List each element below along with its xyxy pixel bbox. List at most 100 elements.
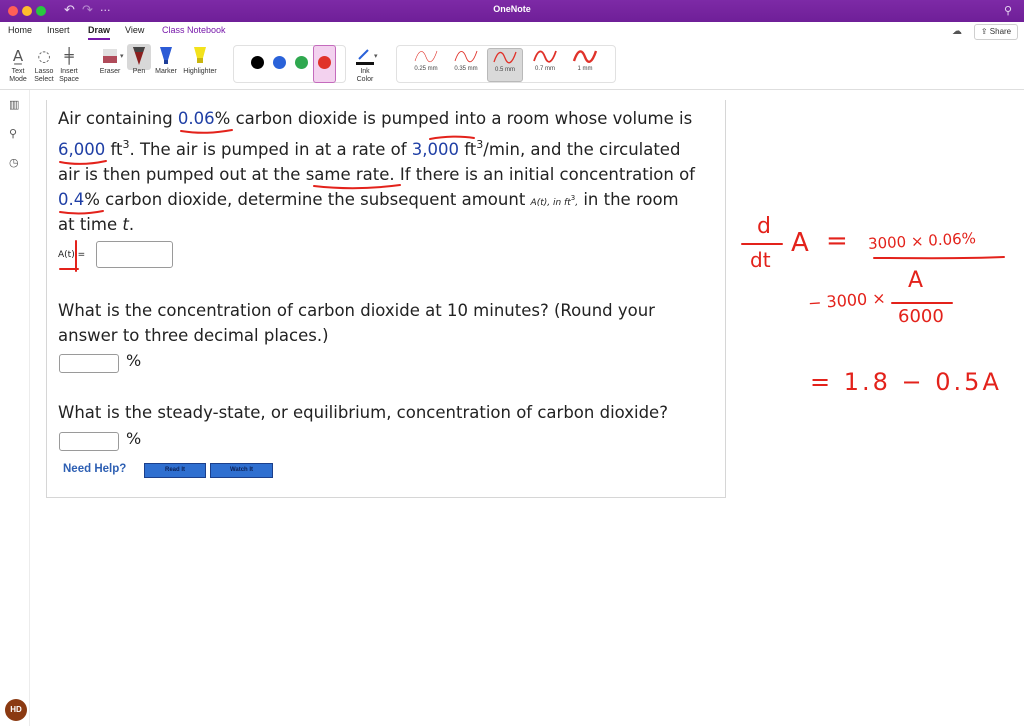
- watch-it-button[interactable]: Watch It: [210, 463, 273, 478]
- ink-d: d: [757, 214, 771, 239]
- ink-color-label: Ink Color: [356, 68, 374, 83]
- thickness-0-25mm[interactable]: 0.25 mm: [408, 48, 444, 82]
- share-label: Share: [989, 27, 1012, 36]
- tab-draw[interactable]: Draw: [88, 25, 111, 41]
- share-button[interactable]: ⇪ Share: [974, 24, 1018, 40]
- ink-color-dropdown-icon[interactable]: ▾: [374, 52, 378, 60]
- math-a-of-t: A(t), in ft: [530, 198, 571, 208]
- eraser-dropdown-icon[interactable]: ▾: [120, 52, 124, 60]
- window-title: OneNote: [493, 4, 531, 14]
- text-segment: . The air is pumped in at a rate of: [129, 140, 412, 159]
- lasso-icon: ◌: [37, 47, 51, 65]
- text-segment: at time: [58, 215, 123, 234]
- color-red-swatch[interactable]: [318, 56, 331, 69]
- steady-state-input[interactable]: [59, 432, 119, 451]
- close-window-button[interactable]: [8, 6, 18, 16]
- ink-dt: dt: [750, 248, 771, 272]
- tab-home[interactable]: Home: [8, 25, 32, 41]
- insert-space-button[interactable]: ╪ Insert Space: [55, 44, 83, 84]
- problem-line-1: Air containing 0.06% carbon dioxide is p…: [58, 106, 692, 131]
- notebooks-icon[interactable]: ▥: [9, 98, 19, 111]
- ink-inflow-term: 3000 × 0.06%: [867, 229, 977, 253]
- text-segment: Air containing: [58, 109, 178, 128]
- text-segment: in the room: [578, 190, 679, 209]
- pen-button[interactable]: Pen: [125, 44, 153, 76]
- thickness-1mm[interactable]: 1 mm: [567, 48, 603, 82]
- pen-icon: [125, 44, 153, 68]
- text-segment: ft: [459, 140, 477, 159]
- navigation-rail: ▥ ⚲ ◷: [0, 90, 30, 726]
- percent-unit: %: [126, 429, 142, 448]
- read-it-button[interactable]: Read It: [144, 463, 206, 478]
- thickness-0-7mm[interactable]: 0.7 mm: [527, 48, 563, 82]
- text-segment: .: [128, 215, 135, 234]
- pen-label: Pen: [132, 68, 146, 75]
- ink-color-button[interactable]: Ink Color: [350, 44, 380, 84]
- undo-icon[interactable]: ↶: [64, 3, 75, 19]
- zoom-window-button[interactable]: [36, 6, 46, 16]
- a-of-t-label: A(t) =: [58, 250, 86, 260]
- color-green-swatch[interactable]: [295, 56, 308, 69]
- text-segment: /min, and the circulated: [483, 140, 681, 159]
- tab-view[interactable]: View: [125, 25, 144, 41]
- ink-equals: =: [826, 226, 848, 256]
- tab-insert[interactable]: Insert: [47, 25, 70, 41]
- thickness-label: 0.35 mm: [454, 66, 478, 72]
- marker-label: Marker: [155, 68, 177, 75]
- person-icon[interactable]: ⚲: [1004, 3, 1012, 19]
- minimize-window-button[interactable]: [22, 6, 32, 16]
- text-mode-button[interactable]: A̲ Text Mode: [4, 44, 32, 84]
- problem-line-5: at time t.: [58, 212, 134, 237]
- question-2-line-1: What is the concentration of carbon diox…: [58, 301, 655, 320]
- ink-fraction-numerator: A: [908, 268, 924, 293]
- eraser-label: Eraser: [99, 68, 121, 75]
- avatar[interactable]: HD: [5, 699, 27, 721]
- fraction-bar-right: [873, 256, 1005, 260]
- value-concentration-in: 0.06: [177, 109, 215, 128]
- problem-line-2: 6,000 ft3. The air is pumped in at a rat…: [58, 137, 680, 162]
- question-3: What is the steady-state, or equilibrium…: [58, 403, 668, 422]
- thickness-label: 0.7 mm: [534, 66, 555, 72]
- color-blue-swatch[interactable]: [273, 56, 286, 69]
- problem-line-3: air is then pumped out at the same rate.…: [58, 165, 695, 184]
- text-mode-icon: A̲: [12, 47, 24, 65]
- tab-class-notebook[interactable]: Class Notebook: [162, 25, 226, 41]
- thickness-0-5mm[interactable]: 0.5 mm: [487, 48, 523, 82]
- value-initial-concentration: 0.4: [58, 190, 85, 209]
- ink-a: A: [791, 228, 809, 258]
- concentration-10min-input[interactable]: [59, 354, 119, 373]
- marker-icon: [152, 44, 180, 68]
- need-help-label: Need Help?: [63, 463, 127, 475]
- search-icon[interactable]: ⚲: [9, 127, 17, 140]
- onenote-window: ↶ ↷ ··· OneNote ⚲ Home Insert Draw View …: [0, 0, 1024, 726]
- color-black-swatch[interactable]: [251, 56, 264, 69]
- ribbon-tabs: Home Insert Draw View Class Notebook: [0, 22, 1024, 42]
- share-icon: ⇪: [980, 27, 988, 36]
- more-options-icon[interactable]: ···: [100, 3, 111, 19]
- insert-space-icon: ╪: [64, 47, 74, 65]
- eraser-button[interactable]: Eraser: [96, 44, 124, 76]
- lasso-select-label: Lasso Select: [34, 68, 54, 83]
- text-segment: % carbon dioxide, determine the subseque…: [84, 190, 531, 209]
- text-segment: ft: [105, 140, 123, 159]
- marker-button[interactable]: Marker: [152, 44, 180, 76]
- insert-space-label: Insert Space: [59, 68, 79, 83]
- comments-icon[interactable]: ☁: [952, 26, 962, 37]
- recent-icon[interactable]: ◷: [9, 156, 19, 169]
- a-of-t-answer-input[interactable]: [96, 241, 173, 268]
- lasso-select-button[interactable]: ◌ Lasso Select: [30, 44, 58, 84]
- thickness-label: 1 mm: [577, 66, 593, 72]
- thickness-label: 0.5 mm: [494, 67, 515, 73]
- percent-unit: %: [126, 351, 142, 370]
- text-mode-label: Text Mode: [9, 68, 27, 83]
- question-2-line-2: answer to three decimal places.): [58, 326, 329, 345]
- highlighter-button[interactable]: Highlighter: [180, 44, 220, 76]
- redo-icon[interactable]: ↷: [82, 3, 93, 19]
- title-bar: ↶ ↷ ··· OneNote ⚲: [0, 0, 1024, 22]
- ink-result: = 1.8 − 0.5A: [810, 368, 1002, 396]
- highlighter-label: Highlighter: [183, 68, 217, 75]
- value-room-volume: 6,000: [58, 140, 106, 159]
- thickness-0-35mm[interactable]: 0.35 mm: [448, 48, 484, 82]
- draw-ribbon: A̲ Text Mode ◌ Lasso Select ╪ Insert Spa…: [0, 42, 1024, 90]
- thickness-label: 0.25 mm: [414, 66, 438, 72]
